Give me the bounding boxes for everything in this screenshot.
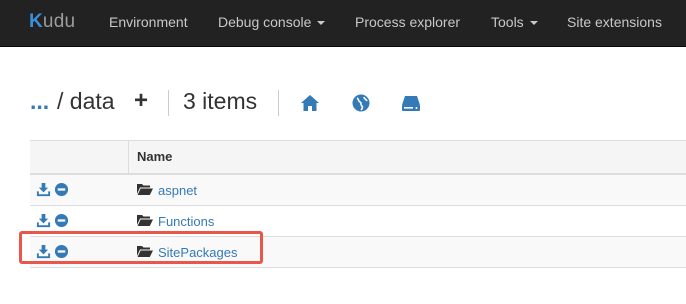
column-header-name[interactable]: Name	[137, 149, 172, 164]
item-count: 3 items	[183, 88, 258, 114]
folder-open-icon	[137, 215, 153, 226]
brand-initial: K	[29, 11, 43, 32]
header-divider	[168, 90, 169, 116]
globe-icon[interactable]	[351, 93, 371, 113]
hard-drive-icon[interactable]	[401, 93, 421, 113]
column-divider	[128, 141, 129, 173]
table-header: Name	[30, 141, 686, 175]
file-name-cell: aspnet	[137, 182, 197, 200]
home-icon[interactable]	[300, 93, 320, 113]
highlight-box	[19, 231, 263, 264]
delete-icon[interactable]	[54, 182, 69, 197]
nav-tools-label: Tools	[491, 14, 524, 30]
header-divider	[278, 90, 279, 116]
nav-process-explorer-label: Process explorer	[355, 14, 461, 30]
nav-process-explorer[interactable]: Process explorer	[355, 14, 460, 30]
nav-site-extensions[interactable]: Site extensions	[567, 14, 662, 30]
folder-link[interactable]: Functions	[158, 214, 214, 229]
nav-environment[interactable]: Environment	[109, 14, 188, 30]
file-name-cell: Functions	[137, 213, 214, 231]
path-parent-link[interactable]: ...	[30, 88, 49, 115]
download-icon[interactable]	[36, 182, 51, 197]
folder-open-icon	[137, 184, 153, 195]
chevron-down-icon	[317, 21, 326, 26]
top-navbar: Kudu Environment Debug console Process e…	[0, 0, 686, 47]
nav-environment-label: Environment	[109, 14, 188, 30]
table-row: aspnet	[30, 175, 686, 206]
nav-site-extensions-label: Site extensions	[567, 14, 662, 30]
kudu-logo[interactable]: Kudu	[29, 11, 75, 33]
nav-debug-console-label: Debug console	[218, 14, 312, 30]
delete-icon[interactable]	[54, 213, 69, 228]
brand-rest: udu	[42, 11, 76, 32]
nav-tools[interactable]: Tools	[491, 14, 538, 30]
nav-debug-console[interactable]: Debug console	[218, 14, 326, 30]
download-icon[interactable]	[36, 213, 51, 228]
current-path: / data	[57, 88, 115, 114]
add-item-button[interactable]: +	[134, 87, 148, 115]
row-actions	[34, 182, 74, 198]
chevron-down-icon	[529, 21, 538, 26]
row-actions	[34, 213, 74, 229]
folder-link[interactable]: aspnet	[158, 183, 197, 198]
